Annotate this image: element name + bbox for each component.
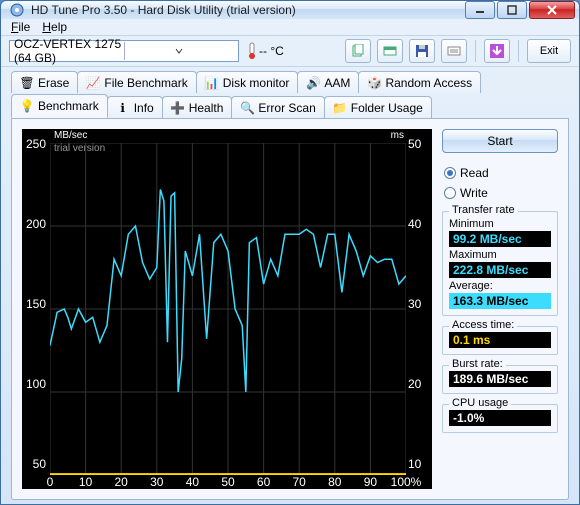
access-time-group: Access time: 0.1 ms (442, 326, 558, 355)
tab-health[interactable]: ➕Health (162, 96, 233, 118)
radio-write[interactable]: Write (442, 185, 558, 201)
screenshot-button[interactable] (377, 39, 403, 63)
tab-file-benchmark[interactable]: 📈File Benchmark (77, 71, 196, 93)
radio-icon (444, 167, 456, 179)
tab-aam[interactable]: 🔊AAM (297, 71, 359, 93)
close-button[interactable] (529, 1, 575, 19)
graph-icon: 📊 (205, 76, 219, 90)
tab-erase[interactable]: 🗑Erase (11, 71, 78, 93)
options-button[interactable] (441, 39, 467, 63)
results-sidebar: Start Read Write Transfer rate Minimum 9… (442, 129, 558, 489)
trash-icon: 🗑 (20, 76, 34, 90)
info-icon: ℹ (116, 101, 130, 115)
minimum-label: Minimum (449, 218, 551, 230)
folder-icon: 📁 (333, 101, 347, 115)
plot-area (50, 143, 406, 475)
chart-icon: 📈 (86, 76, 100, 90)
y-axis-right-label: ms (391, 130, 404, 141)
drive-select-value: OCZ-VERTEX 1275 (64 GB) (14, 37, 124, 65)
minimum-value: 99.2 MB/sec (449, 231, 551, 247)
benchmark-chart: MB/sec ms trial version 250 200 150 100 … (22, 129, 432, 489)
titlebar[interactable]: HD Tune Pro 3.50 - Hard Disk Utility (tr… (1, 1, 579, 19)
y-axis-left: 250 200 150 100 50 (22, 129, 50, 489)
maximum-label: Maximum (449, 249, 551, 261)
group-title: Access time: (449, 319, 517, 331)
bulb-icon: 💡 (20, 99, 34, 113)
transfer-rate-group: Transfer rate Minimum 99.2 MB/sec Maximu… (442, 211, 558, 316)
temperature-display: -- °C (247, 42, 284, 60)
radio-icon (444, 187, 456, 199)
search-icon: 🔍 (240, 101, 254, 115)
burst-rate-value: 189.6 MB/sec (449, 371, 551, 387)
app-icon (9, 2, 25, 18)
radio-read[interactable]: Read (442, 165, 558, 181)
tab-folder-usage[interactable]: 📁Folder Usage (324, 96, 432, 118)
cpu-usage-group: CPU usage -1.0% (442, 404, 558, 433)
speaker-icon: 🔊 (306, 76, 320, 90)
health-icon: ➕ (171, 101, 185, 115)
copy-info-button[interactable] (345, 39, 371, 63)
tabstrip-row1: 🗑Erase 📈File Benchmark 📊Disk monitor 🔊AA… (1, 67, 579, 93)
x-axis: 0102030405060708090100% (50, 475, 406, 489)
exit-button[interactable]: Exit (527, 39, 571, 63)
start-button[interactable]: Start (442, 129, 558, 153)
access-time-value: 0.1 ms (449, 332, 551, 348)
minimize-tray-button[interactable] (484, 39, 510, 63)
save-button[interactable] (409, 39, 435, 63)
menu-file[interactable]: File (5, 19, 36, 35)
tab-random-access[interactable]: 🎲Random Access (358, 71, 481, 93)
thermometer-icon (247, 42, 257, 60)
average-value: 163.3 MB/sec (449, 293, 551, 309)
maximum-value: 222.8 MB/sec (449, 262, 551, 278)
content-panel: MB/sec ms trial version 250 200 150 100 … (11, 118, 569, 500)
drive-select[interactable]: OCZ-VERTEX 1275 (64 GB) (9, 40, 239, 62)
toolbar: OCZ-VERTEX 1275 (64 GB) -- °C Exit (1, 35, 579, 67)
group-title: Transfer rate (449, 204, 518, 216)
tab-benchmark[interactable]: 💡Benchmark (11, 94, 108, 118)
menu-help[interactable]: Help (36, 19, 73, 35)
chevron-down-icon (124, 42, 235, 60)
y-axis-right: 50 40 30 20 10 (404, 129, 432, 489)
burst-rate-group: Burst rate: 189.6 MB/sec (442, 365, 558, 394)
tab-error-scan[interactable]: 🔍Error Scan (231, 96, 324, 118)
tab-info[interactable]: ℹInfo (107, 96, 163, 118)
average-label: Average: (449, 280, 551, 292)
window-title: HD Tune Pro 3.50 - Hard Disk Utility (tr… (31, 3, 465, 17)
dice-icon: 🎲 (367, 76, 381, 90)
tab-disk-monitor[interactable]: 📊Disk monitor (196, 71, 299, 93)
maximize-button[interactable] (497, 1, 527, 19)
minimize-button[interactable] (465, 1, 495, 19)
menubar: File Help (1, 19, 579, 35)
tabstrip-row2: 💡Benchmark ℹInfo ➕Health 🔍Error Scan 📁Fo… (1, 92, 579, 118)
app-window: HD Tune Pro 3.50 - Hard Disk Utility (tr… (0, 0, 580, 505)
group-title: CPU usage (449, 397, 511, 409)
cpu-usage-value: -1.0% (449, 410, 551, 426)
group-title: Burst rate: (449, 358, 506, 370)
y-axis-left-label: MB/sec (54, 130, 87, 141)
